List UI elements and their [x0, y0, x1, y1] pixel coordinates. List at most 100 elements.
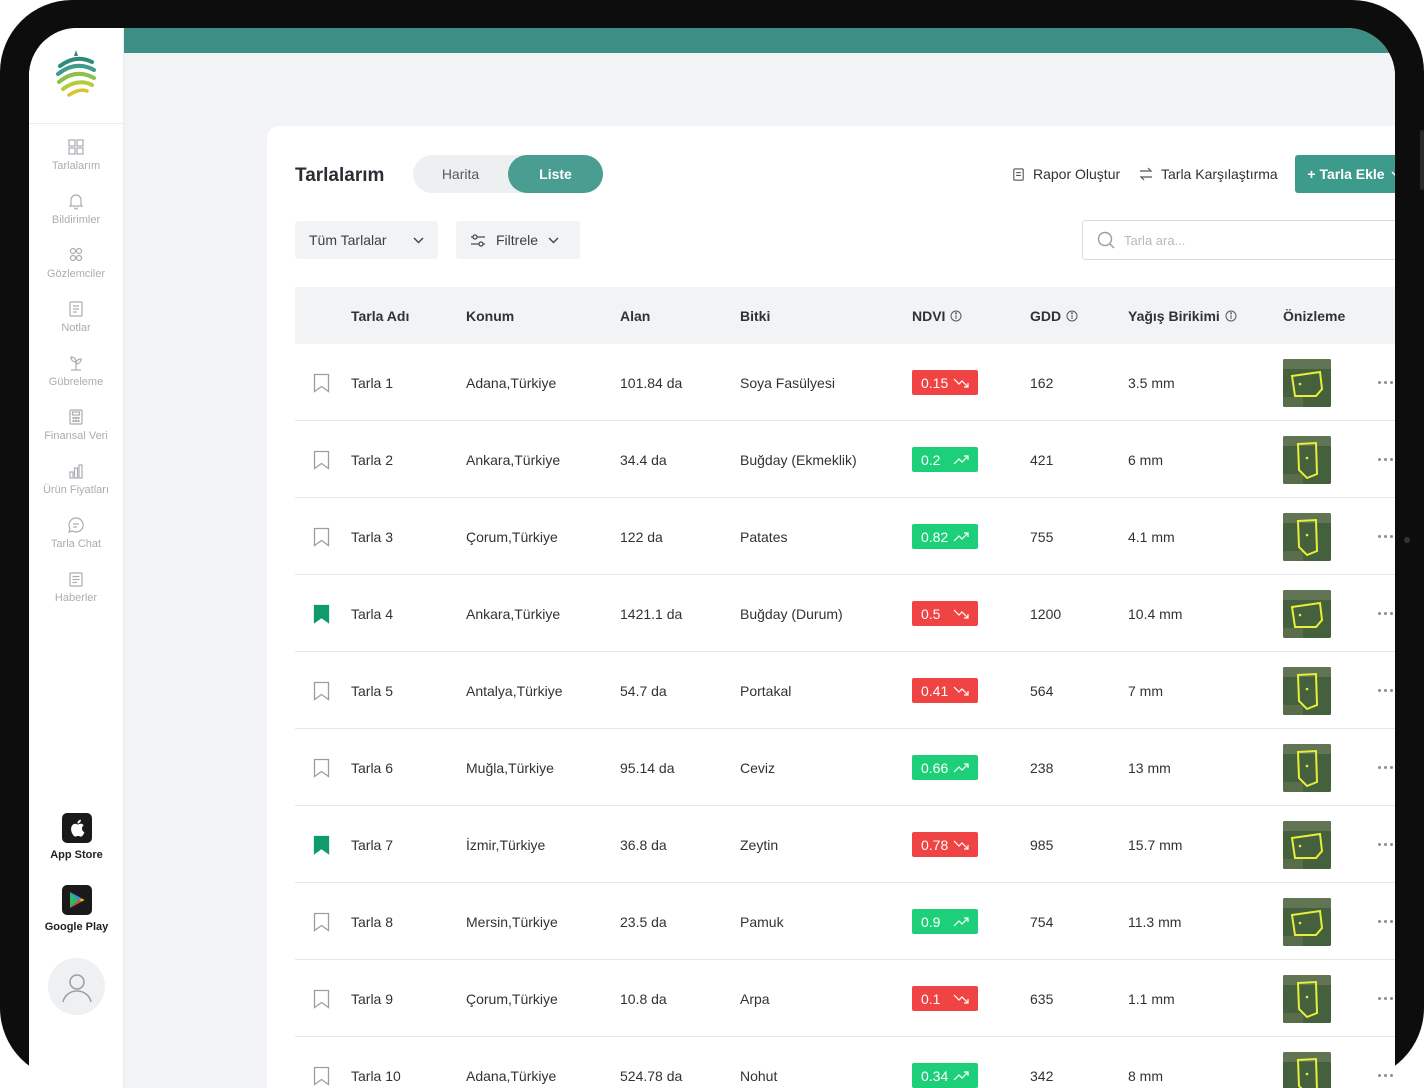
- filter-dropdown[interactable]: Filtrele: [456, 221, 580, 259]
- field-preview-thumbnail[interactable]: [1283, 359, 1331, 407]
- all-fields-dropdown[interactable]: Tüm Tarlalar: [295, 221, 438, 259]
- report-button[interactable]: Rapor Oluştur: [1011, 166, 1120, 182]
- table-row[interactable]: Tarla 9Çorum,Türkiye10.8 daArpa0.16351.1…: [295, 960, 1395, 1037]
- app-store-link[interactable]: App Store: [29, 813, 124, 861]
- sidebar-item-haberler[interactable]: Haberler: [29, 570, 123, 624]
- row-actions-button[interactable]: [1378, 806, 1393, 883]
- ndvi-cell: 0.78: [912, 806, 978, 883]
- sidebar-item-finansal-veri[interactable]: Finansal Veri: [29, 408, 123, 462]
- sidebar-item-notlar[interactable]: Notlar: [29, 300, 123, 354]
- ndvi-badge: 0.9: [912, 909, 978, 934]
- fields-card: Tarlalarım Harita Liste Rapor Oluştur Ta…: [267, 126, 1395, 1088]
- column-header-location[interactable]: Konum: [466, 287, 514, 344]
- bookmark-button[interactable]: [313, 806, 330, 883]
- field-preview-thumbnail[interactable]: [1283, 513, 1331, 561]
- field-preview-thumbnail[interactable]: [1283, 898, 1331, 946]
- row-actions-button[interactable]: [1378, 498, 1393, 575]
- row-actions-button[interactable]: [1378, 960, 1393, 1037]
- sidebar-item-tarlalarim[interactable]: Tarlalarım: [29, 138, 123, 192]
- table-row[interactable]: Tarla 5Antalya,Türkiye54.7 daPortakal0.4…: [295, 652, 1395, 729]
- row-actions-button[interactable]: [1378, 652, 1393, 729]
- row-actions-button[interactable]: [1378, 421, 1393, 498]
- sidebar-item-tarla-chat[interactable]: Tarla Chat: [29, 516, 123, 570]
- field-name[interactable]: Tarla 4: [351, 575, 393, 652]
- sidebar-item-urun-fiyatlari[interactable]: Ürün Fiyatları: [29, 462, 123, 516]
- bookmark-button[interactable]: [313, 652, 330, 729]
- ndvi-badge: 0.34: [912, 1063, 978, 1088]
- table-row[interactable]: Tarla 4Ankara,Türkiye1421.1 daBuğday (Du…: [295, 575, 1395, 652]
- bookmark-button[interactable]: [313, 421, 330, 498]
- row-actions-button[interactable]: [1378, 575, 1393, 652]
- bookmark-button[interactable]: [313, 1037, 330, 1088]
- field-preview-thumbnail[interactable]: [1283, 590, 1331, 638]
- preview-cell: [1283, 498, 1331, 575]
- toggle-map[interactable]: Harita: [413, 155, 508, 193]
- bookmark-button[interactable]: [313, 575, 330, 652]
- google-play-label: Google Play: [45, 921, 109, 933]
- column-header-gdd[interactable]: GDD: [1030, 287, 1078, 344]
- field-preview-thumbnail[interactable]: [1283, 667, 1331, 715]
- column-header-area[interactable]: Alan: [620, 287, 650, 344]
- note-icon: [67, 300, 85, 318]
- info-icon[interactable]: [950, 310, 962, 322]
- row-actions-button[interactable]: [1378, 883, 1393, 960]
- field-name[interactable]: Tarla 9: [351, 960, 393, 1037]
- column-header-name[interactable]: Tarla Adı: [351, 287, 409, 344]
- table-row[interactable]: Tarla 3Çorum,Türkiye122 daPatates0.82755…: [295, 498, 1395, 575]
- table-row[interactable]: Tarla 8Mersin,Türkiye23.5 daPamuk0.97541…: [295, 883, 1395, 960]
- table-row[interactable]: Tarla 6Muğla,Türkiye95.14 daCeviz0.66238…: [295, 729, 1395, 806]
- field-preview-thumbnail[interactable]: [1283, 821, 1331, 869]
- bookmark-button[interactable]: [313, 883, 330, 960]
- field-name[interactable]: Tarla 10: [351, 1037, 401, 1088]
- more-icon: [1378, 458, 1393, 461]
- search-input[interactable]: [1124, 233, 1395, 248]
- field-area: 10.8 da: [620, 960, 667, 1037]
- add-field-button[interactable]: + Tarla Ekle: [1295, 155, 1395, 193]
- field-name[interactable]: Tarla 1: [351, 344, 393, 421]
- field-name[interactable]: Tarla 2: [351, 421, 393, 498]
- table-row[interactable]: Tarla 1Adana,Türkiye101.84 daSoya Fasüly…: [295, 344, 1395, 421]
- row-actions-button[interactable]: [1378, 729, 1393, 806]
- sidebar-item-bildirimler[interactable]: Bildirimler: [29, 192, 123, 246]
- table-row[interactable]: Tarla 7İzmir,Türkiye36.8 daZeytin0.78985…: [295, 806, 1395, 883]
- info-icon[interactable]: [1225, 310, 1237, 322]
- bookmark-button[interactable]: [313, 960, 330, 1037]
- table-row[interactable]: Tarla 10Adana,Türkiye524.78 daNohut0.343…: [295, 1037, 1395, 1088]
- field-preview-thumbnail[interactable]: [1283, 436, 1331, 484]
- column-header-rain[interactable]: Yağış Birikimi: [1128, 287, 1237, 344]
- row-actions-button[interactable]: [1378, 1037, 1393, 1088]
- page-title: Tarlalarım: [295, 165, 384, 187]
- ndvi-cell: 0.1: [912, 960, 978, 1037]
- bookmark-button[interactable]: [313, 729, 330, 806]
- column-header-crop[interactable]: Bitki: [740, 287, 770, 344]
- sidebar-item-gozlemciler[interactable]: Gözlemciler: [29, 246, 123, 300]
- compare-button[interactable]: Tarla Karşılaştırma: [1138, 166, 1278, 182]
- table-row[interactable]: Tarla 2Ankara,Türkiye34.4 daBuğday (Ekme…: [295, 421, 1395, 498]
- field-name[interactable]: Tarla 3: [351, 498, 393, 575]
- avatar[interactable]: [48, 958, 105, 1015]
- ndvi-badge: 0.5: [912, 601, 978, 626]
- column-header-ndvi[interactable]: NDVI: [912, 287, 962, 344]
- sidebar-item-label: Finansal Veri: [44, 430, 108, 442]
- ndvi-cell: 0.34: [912, 1037, 978, 1088]
- info-icon[interactable]: [1066, 310, 1078, 322]
- field-name[interactable]: Tarla 8: [351, 883, 393, 960]
- sidebar-item-gubreleme[interactable]: Gübreleme: [29, 354, 123, 408]
- field-preview-thumbnail[interactable]: [1283, 744, 1331, 792]
- field-name[interactable]: Tarla 5: [351, 652, 393, 729]
- field-preview-thumbnail[interactable]: [1283, 975, 1331, 1023]
- google-play-link[interactable]: Google Play: [29, 885, 124, 933]
- field-name[interactable]: Tarla 6: [351, 729, 393, 806]
- field-rain: 15.7 mm: [1128, 806, 1182, 883]
- field-preview-thumbnail[interactable]: [1283, 1052, 1331, 1088]
- toggle-list[interactable]: Liste: [508, 155, 603, 193]
- bookmark-button[interactable]: [313, 498, 330, 575]
- logo[interactable]: [29, 28, 123, 124]
- field-name[interactable]: Tarla 7: [351, 806, 393, 883]
- preview-cell: [1283, 960, 1331, 1037]
- field-area: 122 da: [620, 498, 663, 575]
- bookmark-button[interactable]: [313, 344, 330, 421]
- preview-cell: [1283, 729, 1331, 806]
- ndvi-badge: 0.82: [912, 524, 978, 549]
- row-actions-button[interactable]: [1378, 344, 1393, 421]
